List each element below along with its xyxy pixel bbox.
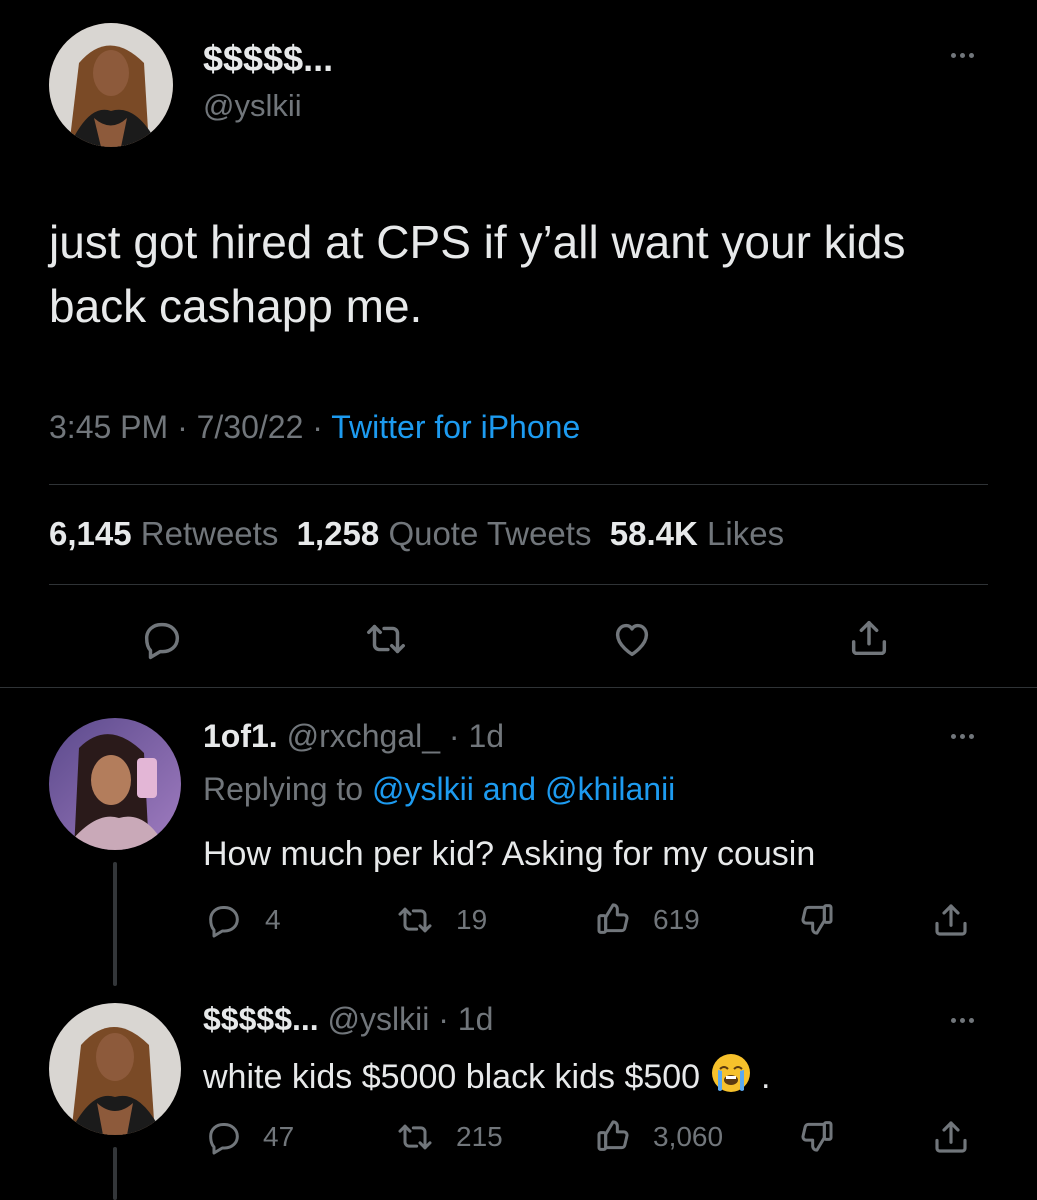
quotes-count: 1,258: [296, 515, 380, 552]
retweet-icon[interactable]: [362, 616, 410, 662]
reply-header: 1of1. @rxchgal_ · 1d: [203, 718, 504, 755]
reply-display-name[interactable]: 1of1.: [203, 718, 278, 754]
share-icon[interactable]: [846, 614, 892, 662]
thread-line: [113, 1147, 117, 1200]
meta-separator: ·: [303, 409, 332, 445]
retweet-count: 215: [456, 1121, 503, 1152]
reply-handle[interactable]: @rxchgal_: [287, 718, 440, 754]
reply-age[interactable]: 1d: [458, 1001, 494, 1037]
main-tweet-avatar[interactable]: [49, 23, 173, 147]
like-count: 3,060: [653, 1121, 724, 1152]
reply-age[interactable]: 1d: [468, 718, 504, 754]
more-icon[interactable]: [951, 734, 974, 739]
replying-prefix: Replying to: [203, 771, 364, 807]
mention-link[interactable]: @khilanii: [545, 771, 675, 807]
meta-separator: ·: [429, 1001, 458, 1037]
more-icon[interactable]: [951, 53, 974, 58]
divider: [49, 584, 988, 585]
replying-and: and: [482, 771, 537, 807]
retweets-stat[interactable]: 6,145 Retweets: [49, 515, 278, 552]
reply-text-line: white kids $5000 black kids $500 .: [203, 1052, 770, 1103]
main-tweet-meta: 3:45 PM · 7/30/22 · Twitter for iPhone: [49, 409, 580, 446]
reply-header: $$$$$... @yslkii · 1d: [203, 1001, 493, 1038]
mention-link[interactable]: @yslkii: [372, 771, 474, 807]
reply-text: white kids $5000 black kids $500: [203, 1058, 701, 1096]
main-tweet-display-name[interactable]: $$$$$...: [203, 38, 333, 80]
reply-icon[interactable]: [203, 900, 245, 940]
retweet-count: 19: [456, 904, 488, 935]
likes-label: Likes: [707, 515, 785, 552]
thumbs-down-icon[interactable]: [796, 898, 836, 940]
main-tweet-handle[interactable]: @yslkii: [203, 88, 302, 124]
reply-avatar[interactable]: [49, 718, 181, 850]
meta-separator: ·: [168, 409, 197, 445]
more-icon[interactable]: [951, 1018, 974, 1023]
main-tweet-text: just got hired at CPS if y’all want your…: [49, 216, 906, 332]
reply-count: 47: [263, 1121, 295, 1152]
thumbs-up-icon[interactable]: [594, 1115, 634, 1157]
quotes-label: Quote Tweets: [388, 515, 592, 552]
reply-handle[interactable]: @yslkii: [328, 1001, 430, 1037]
reply-avatar[interactable]: [49, 1003, 181, 1135]
retweet-icon[interactable]: [393, 1117, 437, 1157]
replying-to: Replying to @yslkii and @khilanii: [203, 771, 675, 808]
share-icon[interactable]: [930, 1115, 972, 1159]
tweet-time: 3:45 PM: [49, 409, 169, 445]
tweet-stats: 6,145 Retweets 1,258 Quote Tweets 58.4K …: [49, 515, 784, 553]
reply-text: How much per kid? Asking for my cousin: [203, 835, 816, 873]
share-icon[interactable]: [930, 898, 972, 942]
meta-separator: ·: [440, 718, 469, 754]
retweets-count: 6,145: [49, 515, 132, 552]
tweet-source-link[interactable]: Twitter for iPhone: [331, 409, 580, 445]
reply-display-name[interactable]: $$$$$...: [203, 1001, 319, 1037]
quotes-stat[interactable]: 1,258 Quote Tweets: [297, 515, 592, 552]
crying-emoji: [710, 1052, 752, 1103]
divider: [49, 484, 988, 485]
like-count: 619: [653, 904, 700, 935]
divider: [0, 687, 1037, 688]
thumbs-up-icon[interactable]: [594, 898, 634, 940]
retweet-icon[interactable]: [393, 900, 437, 940]
retweets-label: Retweets: [140, 515, 279, 552]
tweet-date: 7/30/22: [196, 409, 304, 445]
likes-count: 58.4K: [609, 515, 698, 552]
like-heart-icon[interactable]: [608, 616, 656, 662]
reply-icon[interactable]: [203, 1117, 245, 1157]
likes-stat[interactable]: 58.4K Likes: [610, 515, 784, 552]
thumbs-down-icon[interactable]: [796, 1115, 836, 1157]
reply-count: 4: [265, 904, 281, 935]
reply-icon[interactable]: [139, 616, 185, 662]
thread-line: [113, 862, 117, 986]
reply-text-end: .: [761, 1058, 771, 1096]
